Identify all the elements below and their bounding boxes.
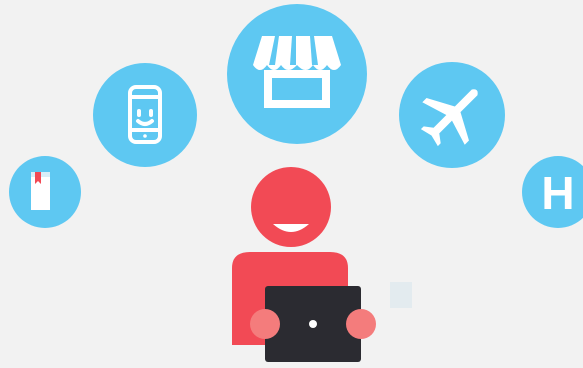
book-circle xyxy=(9,156,81,228)
illustration-canvas: H xyxy=(9,4,583,362)
shop-circle xyxy=(227,4,367,144)
illustration: H xyxy=(0,0,583,363)
plane-circle xyxy=(399,62,505,168)
laptop-logo xyxy=(309,320,317,328)
decorative-square xyxy=(390,282,412,308)
phone-circle xyxy=(93,63,197,167)
hotel-letter-icon: H xyxy=(541,167,574,219)
left-hand xyxy=(250,309,280,339)
book-icon xyxy=(31,172,50,210)
hotel-circle: H xyxy=(522,156,583,228)
right-hand xyxy=(346,309,376,339)
storefront-icon xyxy=(253,36,341,108)
person-head xyxy=(251,167,331,247)
